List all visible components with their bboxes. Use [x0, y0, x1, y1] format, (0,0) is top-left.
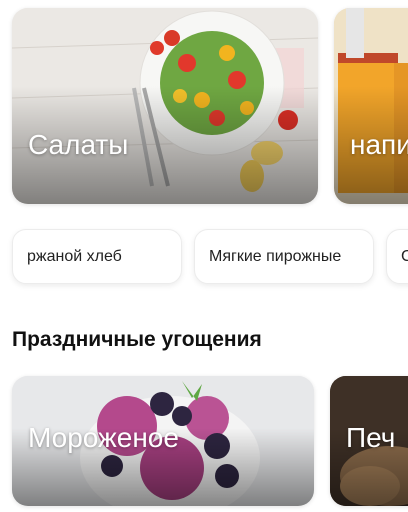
category-card-label: Мороженое [28, 422, 179, 453]
bottom-carousel: Мороженое Печ [0, 0, 408, 512]
category-card-label: Печ [346, 422, 396, 453]
category-card-ice-cream[interactable]: Мороженое [12, 376, 314, 506]
category-card-baking[interactable]: Печ [330, 376, 408, 506]
